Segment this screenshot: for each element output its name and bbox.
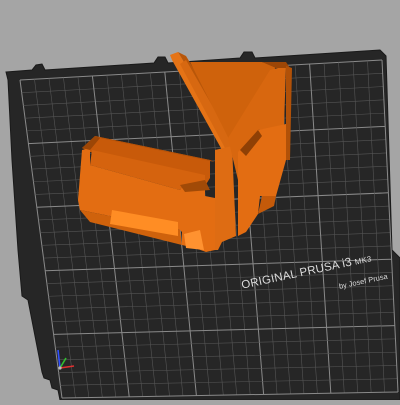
print-bed-scene xyxy=(5,49,400,401)
axis-origin xyxy=(58,366,62,370)
3d-viewport[interactable]: ORIGINAL PRUSA i3MK3 by Josef Prusa xyxy=(0,0,400,401)
